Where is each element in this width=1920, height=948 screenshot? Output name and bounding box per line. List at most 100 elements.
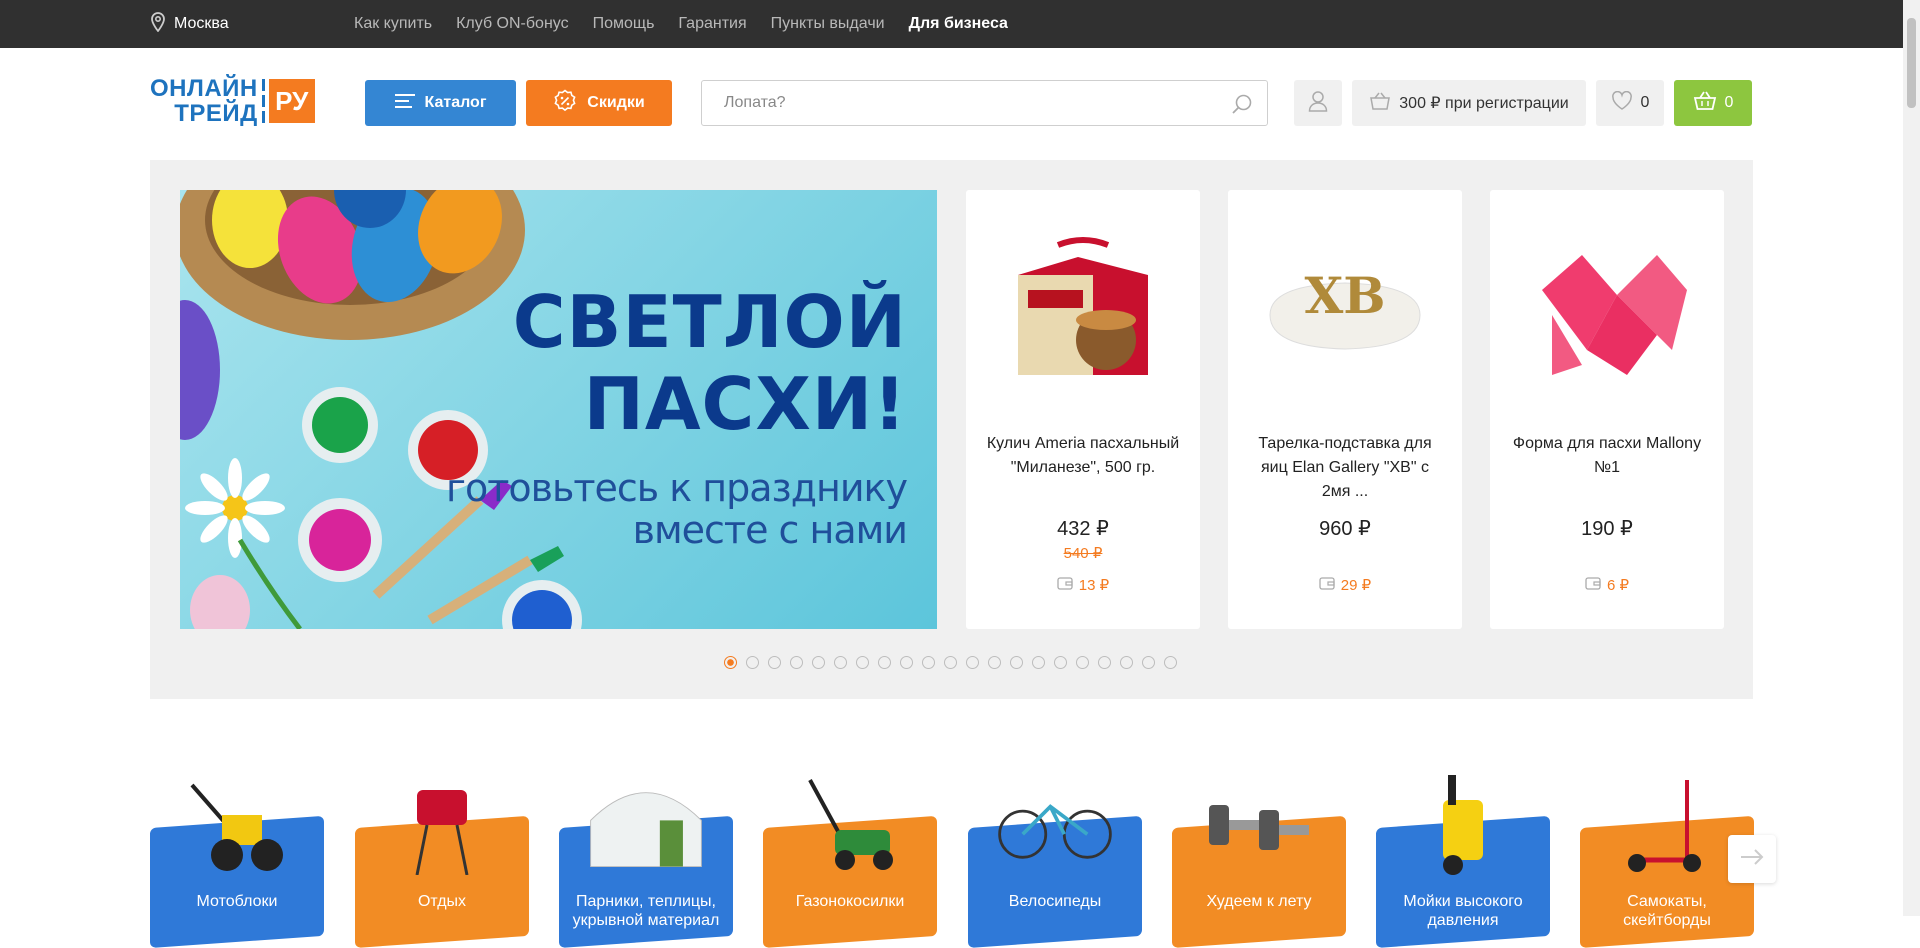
- product-bonus: 13 ₽: [966, 576, 1200, 594]
- category-strip: Мотоблоки Отдых Парники, теплицы, укрывн…: [150, 770, 1754, 948]
- arrow-right-icon: [1740, 848, 1764, 870]
- slider-dot[interactable]: [922, 656, 935, 669]
- category-tile-pressure-washers[interactable]: Мойки высокого давления: [1376, 770, 1550, 948]
- slider-dot[interactable]: [790, 656, 803, 669]
- slider-dot[interactable]: [834, 656, 847, 669]
- slider-dot[interactable]: [1032, 656, 1045, 669]
- slider-dot[interactable]: [812, 656, 825, 669]
- grill-image: [382, 770, 502, 880]
- product-card[interactable]: Форма для пасхи Mallony №1 190 ₽ 6 ₽: [1490, 190, 1724, 629]
- product-old-price: 540 ₽: [1063, 545, 1103, 562]
- slider-dot[interactable]: [746, 656, 759, 669]
- page-scrollbar[interactable]: [1903, 0, 1920, 916]
- category-label: Мойки высокого давления: [1403, 893, 1523, 929]
- sales-label: Скидки: [587, 94, 645, 111]
- category-label: Самокаты, скейтборды: [1623, 893, 1711, 929]
- category-next-button[interactable]: [1728, 835, 1776, 883]
- banner-title-line1: СВЕТЛОЙ: [512, 280, 907, 364]
- catalog-button[interactable]: Каталог: [365, 80, 516, 126]
- product-name: Кулич Ameria пасхальный "Миланезе", 500 …: [986, 435, 1180, 476]
- city-name: Москва: [174, 15, 229, 32]
- svg-text:ХВ: ХВ: [1304, 266, 1385, 325]
- favorites-count: 0: [1640, 94, 1650, 111]
- slider-dot[interactable]: [1120, 656, 1133, 669]
- top-link-pickup-points[interactable]: Пункты выдачи: [771, 15, 885, 33]
- user-icon: [1308, 90, 1328, 117]
- search-input[interactable]: [724, 94, 1204, 112]
- category-label: Худеем к лету: [1206, 893, 1312, 910]
- slider-dot[interactable]: [1076, 656, 1089, 669]
- product-card[interactable]: ХВ Тарелка-подставка для яиц Elan Galler…: [1228, 190, 1462, 629]
- header: ОНЛАЙН ТРЕЙД РУ Каталог Скидки 300 ₽ при…: [0, 48, 1920, 158]
- cart-count: 0: [1724, 94, 1734, 111]
- slider-dot[interactable]: [724, 656, 737, 669]
- discount-badge-icon: [553, 88, 577, 118]
- slider-dot[interactable]: [856, 656, 869, 669]
- banner-subtitle-line2: вместе с нами: [632, 508, 908, 552]
- slider-dot[interactable]: [966, 656, 979, 669]
- top-link-warranty[interactable]: Гарантия: [678, 15, 746, 33]
- favorites-button[interactable]: 0: [1596, 80, 1664, 126]
- pressure-washer-image: [1403, 770, 1523, 880]
- slider-dot[interactable]: [1098, 656, 1111, 669]
- logo[interactable]: ОНЛАЙН ТРЕЙД РУ: [150, 76, 338, 126]
- cart-button[interactable]: 0: [1674, 80, 1752, 126]
- city-selector[interactable]: Москва: [150, 0, 229, 48]
- greenhouse-image: [586, 770, 706, 880]
- category-label: Отдых: [417, 893, 467, 910]
- slider-dot[interactable]: [900, 656, 913, 669]
- logo-divider: [261, 79, 265, 123]
- category-tile-bicycles[interactable]: Велосипеды: [968, 770, 1142, 948]
- search-icon[interactable]: [1231, 93, 1253, 120]
- slider-dot[interactable]: [1164, 656, 1177, 669]
- slider-dot[interactable]: [1010, 656, 1023, 669]
- top-bar: Москва Как купить Клуб ON-бонус Помощь Г…: [0, 0, 1920, 48]
- account-button[interactable]: [1294, 80, 1342, 126]
- slider-dot[interactable]: [768, 656, 781, 669]
- bonus-wallet-icon: [1319, 576, 1335, 594]
- product-name: Тарелка-подставка для яиц Elan Gallery "…: [1258, 435, 1432, 500]
- logo-line2: ТРЕЙД: [174, 100, 258, 127]
- easter-banner[interactable]: СВЕТЛОЙ ПАСХИ! готовьтесь к празднику вм…: [180, 190, 937, 629]
- slider-dot[interactable]: [944, 656, 957, 669]
- category-tile-greenhouses[interactable]: Парники, теплицы, укрывной материал: [559, 770, 733, 948]
- product-price: 960 ₽: [1319, 518, 1371, 540]
- top-link-business[interactable]: Для бизнеса: [909, 15, 1008, 33]
- category-tile-motoblocks[interactable]: Мотоблоки: [150, 770, 324, 948]
- top-nav: Как купить Клуб ON-бонус Помощь Гарантия…: [354, 0, 1008, 48]
- product-image-egg-plate: ХВ: [1255, 235, 1435, 385]
- slider-dot[interactable]: [878, 656, 891, 669]
- top-link-help[interactable]: Помощь: [593, 15, 655, 33]
- banner-title-line2: ПАСХИ!: [583, 362, 907, 446]
- sales-button[interactable]: Скидки: [526, 80, 672, 126]
- search-bar: [701, 80, 1268, 126]
- category-tile-leisure[interactable]: Отдых: [355, 770, 529, 948]
- category-label: Парники, теплицы, укрывной материал: [572, 893, 720, 929]
- location-pin-icon: [150, 11, 166, 37]
- slider-pagination: [724, 656, 1177, 669]
- slider-dot[interactable]: [1054, 656, 1067, 669]
- registration-bonus-button[interactable]: 300 ₽ при регистрации: [1352, 80, 1586, 126]
- slider-dot[interactable]: [1142, 656, 1155, 669]
- product-image-kulich: [993, 235, 1173, 385]
- top-link-bonus-club[interactable]: Клуб ON-бонус: [456, 15, 569, 33]
- product-name: Форма для пасхи Mallony №1: [1512, 435, 1702, 476]
- product-bonus-value: 13 ₽: [1078, 577, 1110, 594]
- top-link-how-to-buy[interactable]: Как купить: [354, 15, 432, 33]
- category-tile-fitness[interactable]: Худеем к лету: [1172, 770, 1346, 948]
- category-label: Мотоблоки: [196, 893, 278, 910]
- slider-dot[interactable]: [988, 656, 1001, 669]
- scooter-image: [1607, 770, 1727, 880]
- bonus-wallet-icon: [1585, 576, 1601, 594]
- basket-icon: [1369, 92, 1391, 115]
- product-price: 190 ₽: [1581, 518, 1633, 540]
- product-card[interactable]: Кулич Ameria пасхальный "Миланезе", 500 …: [966, 190, 1200, 629]
- motoblock-image: [177, 770, 297, 880]
- product-image-paskha-form: [1517, 235, 1697, 385]
- registration-bonus-label: 300 ₽ при регистрации: [1399, 95, 1569, 112]
- scrollbar-thumb[interactable]: [1907, 18, 1916, 108]
- product-bonus-value: 29 ₽: [1340, 577, 1372, 594]
- logo-ru: РУ: [268, 79, 315, 123]
- category-label: Велосипеды: [1008, 893, 1102, 910]
- category-tile-lawnmowers[interactable]: Газонокосилки: [763, 770, 937, 948]
